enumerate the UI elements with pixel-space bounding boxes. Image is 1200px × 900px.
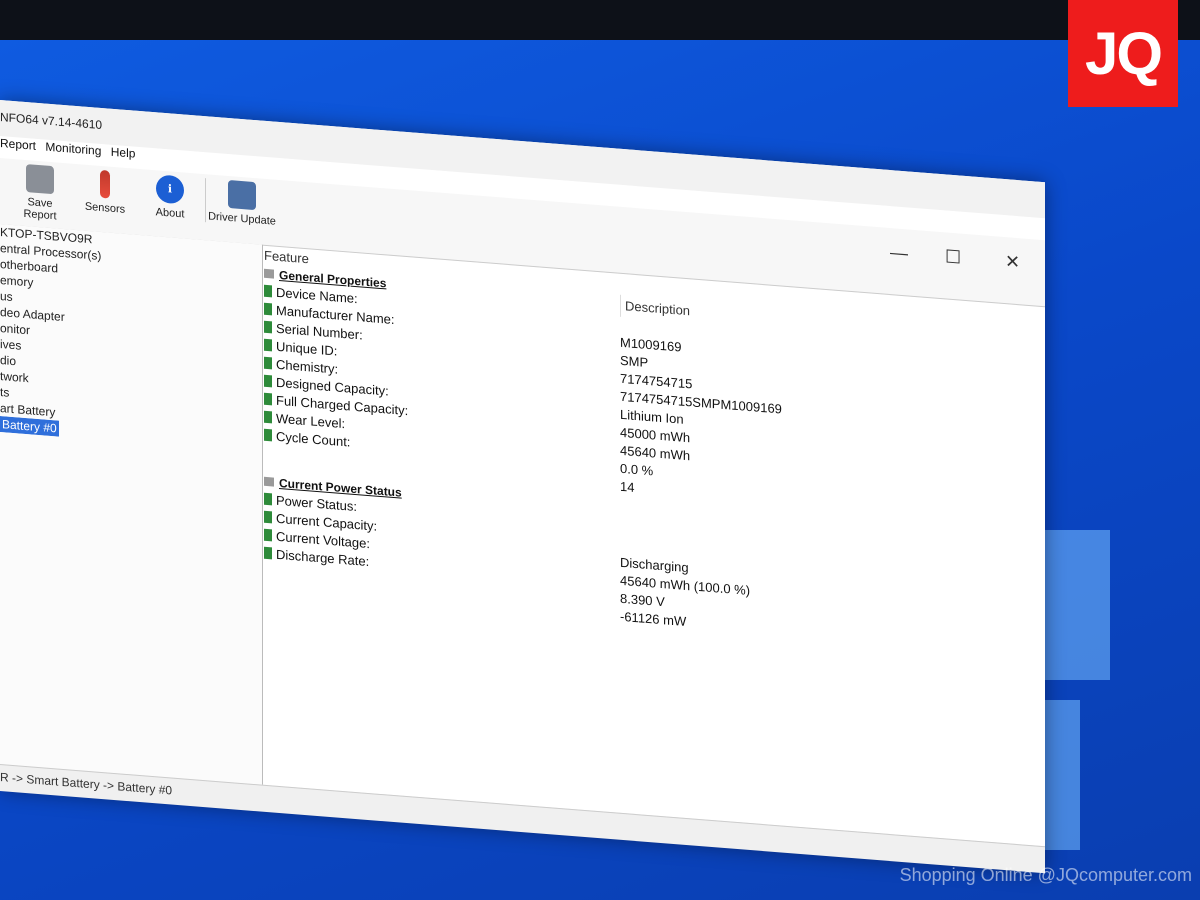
about-button[interactable]: i About bbox=[140, 173, 200, 222]
battery-icon bbox=[264, 428, 272, 442]
battery-icon bbox=[264, 410, 272, 424]
window-title: NFO64 v7.14-4610 bbox=[0, 110, 103, 133]
value-power-status: Discharging bbox=[620, 554, 689, 576]
about-label: About bbox=[155, 206, 185, 221]
jq-logo-badge: JQ bbox=[1068, 0, 1178, 107]
sensors-label: Sensors bbox=[84, 200, 126, 216]
driver-update-label: Driver Update bbox=[208, 210, 276, 228]
value-full-charged-capacity: 45640 mWh bbox=[620, 442, 691, 464]
value-device-name: M1009169 bbox=[620, 334, 682, 355]
driver-update-button[interactable]: Driver Update bbox=[205, 178, 278, 228]
battery-icon bbox=[264, 510, 272, 524]
description-column-header[interactable]: Description bbox=[620, 294, 691, 323]
battery-icon bbox=[264, 374, 272, 388]
details-panel: Feature Description General Properties D… bbox=[264, 245, 1045, 846]
value-designed-capacity: 45000 mWh bbox=[620, 424, 691, 446]
menu-help[interactable]: Help bbox=[111, 145, 136, 161]
save-icon bbox=[26, 164, 54, 195]
driver-update-icon bbox=[228, 179, 256, 211]
thermometer-icon bbox=[100, 169, 110, 199]
battery-icon bbox=[264, 320, 272, 334]
value-cycle-count: 14 bbox=[620, 478, 635, 495]
sensors-button[interactable]: Sensors bbox=[75, 168, 135, 217]
value-chemistry: Lithium Ion bbox=[620, 406, 684, 427]
save-report-button[interactable]: Save Report bbox=[10, 163, 70, 224]
value-manufacturer: SMP bbox=[620, 352, 649, 371]
tree-item-battery-0-label: Battery #0 bbox=[0, 416, 59, 437]
battery-icon bbox=[264, 492, 272, 506]
aida64-window: NFO64 v7.14-4610 Report Monitoring Help … bbox=[0, 100, 1045, 874]
watermark-text: Shopping Online @JQcomputer.com bbox=[899, 865, 1192, 885]
battery-icon bbox=[264, 392, 272, 406]
battery-icon bbox=[264, 302, 272, 316]
device-tree: KTOP-TSBVO9R entral Processor(s) otherbo… bbox=[0, 224, 263, 785]
value-serial: 7174754715 bbox=[620, 370, 693, 392]
maximize-button[interactable]: ☐ bbox=[945, 246, 961, 268]
group-icon bbox=[264, 268, 274, 279]
menu-monitoring[interactable]: Monitoring bbox=[45, 140, 101, 158]
menu-report[interactable]: Report bbox=[0, 136, 36, 153]
value-current-voltage: 8.390 V bbox=[620, 590, 665, 610]
group-icon bbox=[264, 476, 274, 487]
battery-icon bbox=[264, 338, 272, 352]
value-discharge-rate: -61126 mW bbox=[620, 608, 687, 630]
battery-icon bbox=[264, 356, 272, 370]
value-wear-level: 0.0 % bbox=[620, 460, 654, 479]
battery-icon bbox=[264, 546, 272, 560]
info-icon: i bbox=[156, 174, 184, 205]
battery-icon bbox=[264, 528, 272, 542]
save-report-label: Save Report bbox=[23, 196, 57, 223]
close-button[interactable]: ✕ bbox=[1005, 251, 1020, 273]
minimize-button[interactable]: — bbox=[890, 242, 908, 264]
battery-icon bbox=[264, 284, 272, 298]
